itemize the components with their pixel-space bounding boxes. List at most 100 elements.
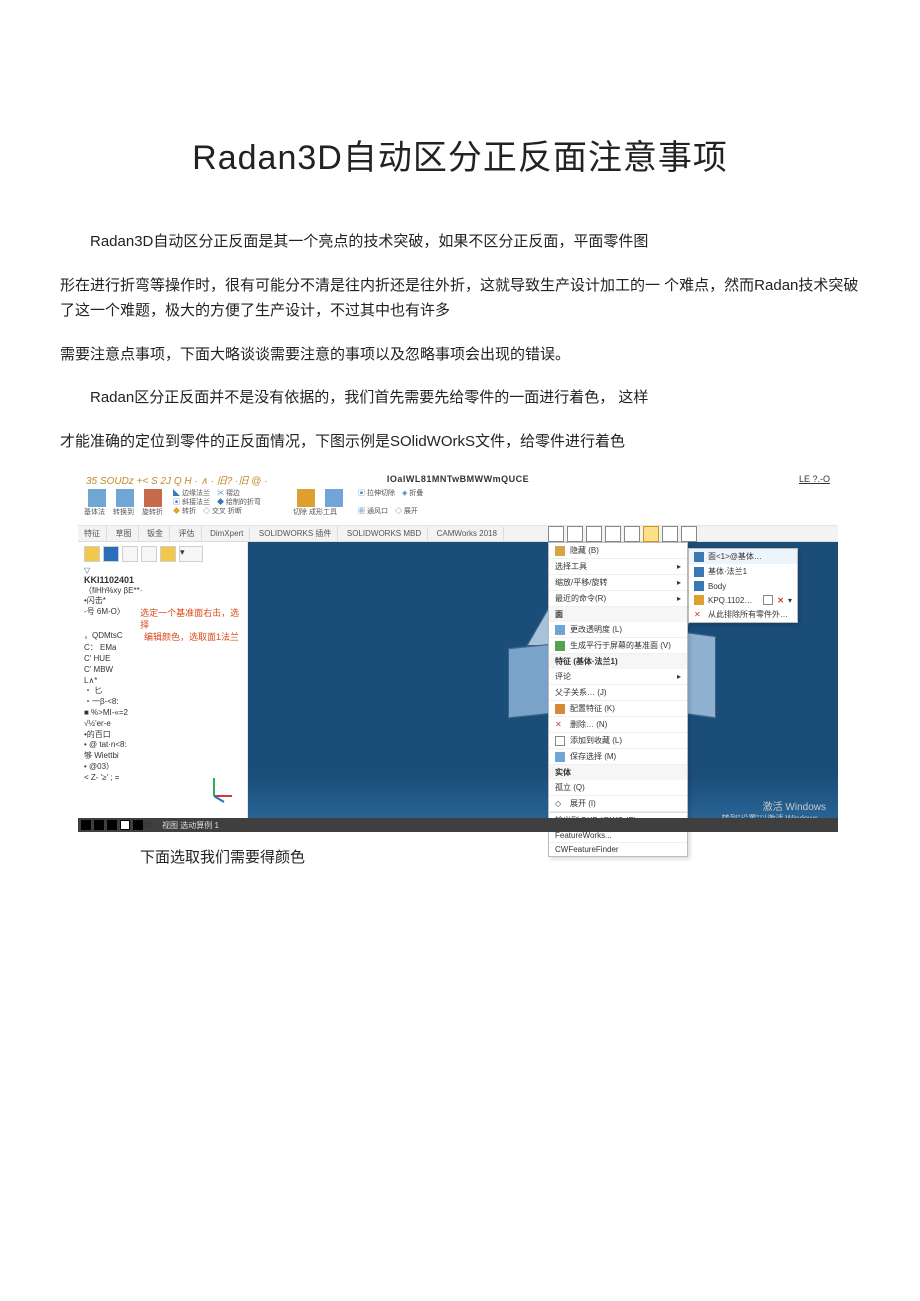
ribbon: 基体法 转换到 旋转折 ◣ 边缘法兰 ✂ 褶边 ▣ 斜接法兰 ◆ 绘制的折弯 ◆…	[78, 486, 838, 526]
lofted-bend-icon[interactable]	[144, 489, 162, 507]
menu-item[interactable]: 隐藏 (B)	[549, 543, 687, 559]
ribbon-label: 切除	[293, 509, 307, 516]
menu-label: 删除… (N)	[570, 719, 607, 730]
ribbon-label[interactable]: 展开	[404, 508, 418, 515]
plane-icon	[555, 641, 565, 651]
convert-icon[interactable]	[116, 489, 134, 507]
display-style-icon[interactable]	[605, 526, 621, 542]
ribbon-label[interactable]: 褶边	[226, 490, 240, 497]
property-manager-icon[interactable]	[103, 546, 119, 562]
ribbon-label[interactable]: 交叉 折断	[212, 508, 242, 515]
paragraph-5: 才能准确的定位到零件的正反面情况，下图示例是SOlidWOrkS文件，给零件进行…	[60, 429, 860, 455]
ribbon-label[interactable]: 拉伸切除	[367, 490, 395, 497]
tab[interactable]: DimXpert	[204, 527, 250, 540]
ribbon-label: 旋转折	[142, 507, 163, 517]
tab[interactable]: 特征	[78, 526, 107, 541]
zoom-fit-icon[interactable]	[548, 526, 564, 542]
panel-more-icon[interactable]: ▾	[179, 546, 203, 562]
cut-icon[interactable]	[297, 489, 315, 507]
menu-item[interactable]: 孤立 (Q)	[549, 780, 687, 796]
panel-toolbar: ▾	[84, 546, 241, 562]
status-swatch	[107, 820, 117, 830]
base-flange-icon[interactable]	[88, 489, 106, 507]
menu-item[interactable]: Body	[689, 579, 797, 593]
ribbon-label[interactable]: 边缘法兰	[182, 490, 210, 497]
ribbon-label: 基体法	[84, 507, 105, 517]
tree-line: ・一β-<8:	[84, 697, 241, 708]
status-bar: 中 视图 选动算例 1	[78, 818, 838, 832]
tab[interactable]: 草图	[110, 526, 139, 541]
figure-caption: 下面选取我们需要得颜色	[140, 846, 860, 867]
menu-item[interactable]: 选择工具▸	[549, 559, 687, 575]
viewport-3d[interactable]: ↘ 隐藏 (B) 选择工具▸ 缩放/平移/旋转▸ 最近的命令(R)▸	[248, 542, 838, 832]
menu-item[interactable]: 评论▸	[549, 669, 687, 685]
edit-appearance-icon[interactable]	[643, 526, 659, 542]
ribbon-group-1: 基体法 转换到 旋转折	[84, 489, 166, 517]
menu-label: 生成平行于屏幕的基准面 (V)	[570, 640, 671, 651]
menu-label: 选择工具	[555, 561, 587, 572]
ribbon-label[interactable]: 斜接法兰	[182, 499, 210, 506]
window-titlebar: 35 SOUDz +< S 2J Q H · ∧ · 旧? ·旧 @ · IOa…	[78, 472, 838, 486]
ribbon-label[interactable]: 转折	[182, 508, 196, 515]
menu-item[interactable]: 更改透明度 (L)	[549, 622, 687, 638]
tab[interactable]: 评估	[173, 526, 202, 541]
menu-item[interactable]: 基体·法兰1	[689, 564, 797, 579]
menu-label: 保存选择 (M)	[570, 751, 616, 762]
dimxpert-icon[interactable]	[141, 546, 157, 562]
config-manager-icon[interactable]	[122, 546, 138, 562]
window-title: IOalWL81MNTwBMWWmQUCE	[387, 474, 529, 484]
tree-line: L∧*	[84, 676, 241, 687]
annotation-hint: 编辑颜色，选取面1法兰	[144, 631, 239, 643]
menu-label: 更改透明度 (L)	[570, 624, 622, 635]
paragraph-2: 形在进行折弯等操作时，很有可能分不清是往内折还是往外折，这就导致生产设计加工的一…	[60, 273, 860, 324]
menu-item[interactable]: 最近的命令(R)▸	[549, 591, 687, 607]
ribbon-label: 转换到	[113, 507, 134, 517]
menu-section-header: 实体	[549, 765, 687, 780]
scene-icon[interactable]	[662, 526, 678, 542]
menu-item[interactable]: 保存选择 (M)	[549, 749, 687, 765]
ribbon-label[interactable]: 通风口	[367, 508, 388, 515]
menu-item[interactable]: 缩放/平移/旋转▸	[549, 575, 687, 591]
tree-line: C' HUE	[84, 654, 241, 665]
view-orient-icon[interactable]	[586, 526, 602, 542]
menu-item[interactable]: 配置特征 (K)	[549, 701, 687, 717]
ribbon-group-4: ▣ 拉伸切除 ◈ 折叠 ▦ 通风口 ◇ 展开	[358, 489, 428, 516]
tree-line: √½'er-e	[84, 719, 241, 730]
render-icon[interactable]	[681, 526, 697, 542]
part-icon	[694, 595, 704, 605]
tab[interactable]: SOLIDWORKS MBD	[341, 527, 428, 540]
tab[interactable]: 钣金	[141, 526, 170, 541]
menu-item[interactable]: ◇展开 (I)	[549, 796, 687, 812]
tab[interactable]: SOLIDWORKS 插件	[253, 526, 338, 541]
menu-item[interactable]: 父子关系… (J)	[549, 685, 687, 701]
menu-item[interactable]: 生成平行于屏幕的基准面 (V)	[549, 638, 687, 654]
tree-line: （fiHh%xy βE**·	[84, 585, 241, 596]
submenu-title: 面<1>@基体…	[689, 549, 797, 564]
menu-item[interactable]: 添加到收藏 (L)	[549, 733, 687, 749]
display-manager-icon[interactable]	[160, 546, 176, 562]
zoom-area-icon[interactable]	[567, 526, 583, 542]
tree-line: ■ %>MI-«=2	[84, 708, 241, 719]
document-page: Radan3D自动区分正反面注意事项 Radan3D自动区分正反面是其一个亮点的…	[0, 0, 920, 1301]
feature-tree: •闪击* -号 6M-O〉 选定一个基准面右击，选择 ，QDMtsC 编辑颜色，…	[84, 596, 241, 784]
ribbon-label[interactable]: 绘制的折弯	[226, 499, 261, 506]
ribbon-label[interactable]: 折叠	[409, 490, 423, 497]
section-view-icon[interactable]	[624, 526, 640, 542]
tab[interactable]: CAMWorks 2018	[431, 527, 504, 540]
menu-section-header: 面	[549, 607, 687, 622]
face-icon	[694, 552, 704, 562]
menu-item[interactable]: CWFeatureFinder	[549, 843, 687, 856]
menu-label: FeatureWorks...	[555, 831, 612, 840]
unfold-icon: ◇	[555, 799, 565, 809]
menu-item[interactable]: ✕删除… (N)	[549, 717, 687, 733]
feature-tree-icon[interactable]	[84, 546, 100, 562]
menu-label: 父子关系… (J)	[555, 687, 607, 698]
status-swatch	[94, 820, 104, 830]
status-text: 视图 选动算例 1	[162, 820, 219, 831]
tree-line: •闪击*	[84, 596, 241, 607]
form-tool-icon[interactable]	[325, 489, 343, 507]
help-search: LE ?.-O	[799, 474, 830, 484]
face-icon	[555, 546, 565, 556]
menu-item[interactable]: ✕从此排除所有零件外…	[689, 607, 797, 622]
menu-item[interactable]: KPQ.1102…✕▾	[689, 593, 797, 607]
